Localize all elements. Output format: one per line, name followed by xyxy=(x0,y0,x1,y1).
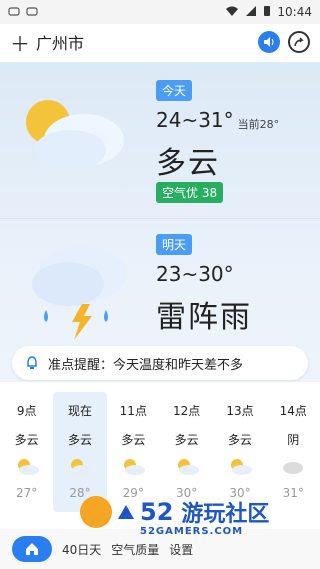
hour-time: 14点 xyxy=(279,404,307,418)
cloudy-icon xyxy=(124,459,146,475)
hour-time: 12点 xyxy=(173,404,201,418)
tomorrow-badge: 明天 xyxy=(156,234,193,255)
hour-time: 13点 xyxy=(226,404,254,418)
share-button[interactable] xyxy=(288,31,310,53)
home-icon xyxy=(26,543,38,555)
plus-icon[interactable]: ＋ xyxy=(10,28,30,57)
cloudy-icon xyxy=(17,459,39,475)
tomorrow-condition: 雷阵雨 xyxy=(156,300,252,335)
wifi-icon xyxy=(225,5,239,20)
watermark: 52 游玩社区 52GAMERS.COM xyxy=(80,492,320,537)
nav-air-quality[interactable]: 空气质量 xyxy=(111,541,159,558)
hour-cond: 多云 xyxy=(227,433,252,447)
watermark-triangle xyxy=(118,505,134,519)
hour-temp: 27° xyxy=(16,486,38,500)
hour-cond: 阴 xyxy=(287,433,300,447)
home-button[interactable] xyxy=(12,536,52,562)
bell-icon xyxy=(27,356,37,369)
reminder-banner[interactable]: 准点提醒：今天温度和昨天差不多 xyxy=(12,346,308,380)
today-temp-range: 24~31° xyxy=(156,108,234,132)
hour-cond: 多云 xyxy=(121,433,146,447)
top-bar: ＋ 广州市 xyxy=(0,24,320,60)
status-notifications xyxy=(8,5,38,20)
nav-settings[interactable]: 设置 xyxy=(169,541,193,558)
cloudy-icon xyxy=(230,459,252,475)
status-system: 10:44 xyxy=(225,5,312,20)
share-icon xyxy=(294,37,304,47)
cloudy-icon xyxy=(70,459,92,475)
cloudy-sun-icon xyxy=(26,100,124,170)
hour-cond: 多云 xyxy=(14,433,39,447)
watermark-text: 游玩社区 xyxy=(181,502,270,527)
today-section: 今天 24~31° 当前28° 多云 空气优 38 xyxy=(0,62,320,218)
weather-hero: 今天 24~31° 当前28° 多云 空气优 38 明天 23~30° 雷阵雨 xyxy=(0,62,320,382)
nav-40day[interactable]: 40日天 xyxy=(62,541,101,558)
status-bar: 10:44 xyxy=(0,0,320,24)
hour-cond: 多云 xyxy=(174,433,199,447)
speaker-button[interactable] xyxy=(258,31,280,53)
city-name[interactable]: 广州市 xyxy=(36,30,84,54)
reminder-text: 准点提醒：今天温度和昨天差不多 xyxy=(48,357,244,373)
notification-icon-1 xyxy=(8,5,20,20)
today-badge: 今天 xyxy=(156,80,193,101)
speaker-icon xyxy=(264,37,274,47)
notification-icon-2 xyxy=(26,5,38,20)
hour-cond: 多云 xyxy=(67,433,92,447)
watermark-logo xyxy=(80,496,112,528)
cloudy-icon xyxy=(177,459,199,475)
status-time: 10:44 xyxy=(277,5,312,19)
hour-time: 11点 xyxy=(119,404,147,418)
hour-item[interactable]: 9点 多云 27° xyxy=(0,392,53,512)
battery-icon xyxy=(263,5,271,20)
signal-icon xyxy=(245,5,257,20)
aqi-badge[interactable]: 空气优 38 xyxy=(156,182,224,203)
overcast-icon xyxy=(283,462,304,474)
today-condition: 多云 xyxy=(156,146,220,181)
watermark-number: 52 xyxy=(140,498,174,526)
hour-time: 现在 xyxy=(67,404,92,418)
thunderstorm-icon xyxy=(32,246,126,340)
watermark-en: 52GAMERS.COM xyxy=(140,526,244,537)
hour-time: 9点 xyxy=(16,404,37,418)
today-current-temp: 当前28° xyxy=(237,118,280,131)
tomorrow-temp-range: 23~30° xyxy=(156,262,234,286)
